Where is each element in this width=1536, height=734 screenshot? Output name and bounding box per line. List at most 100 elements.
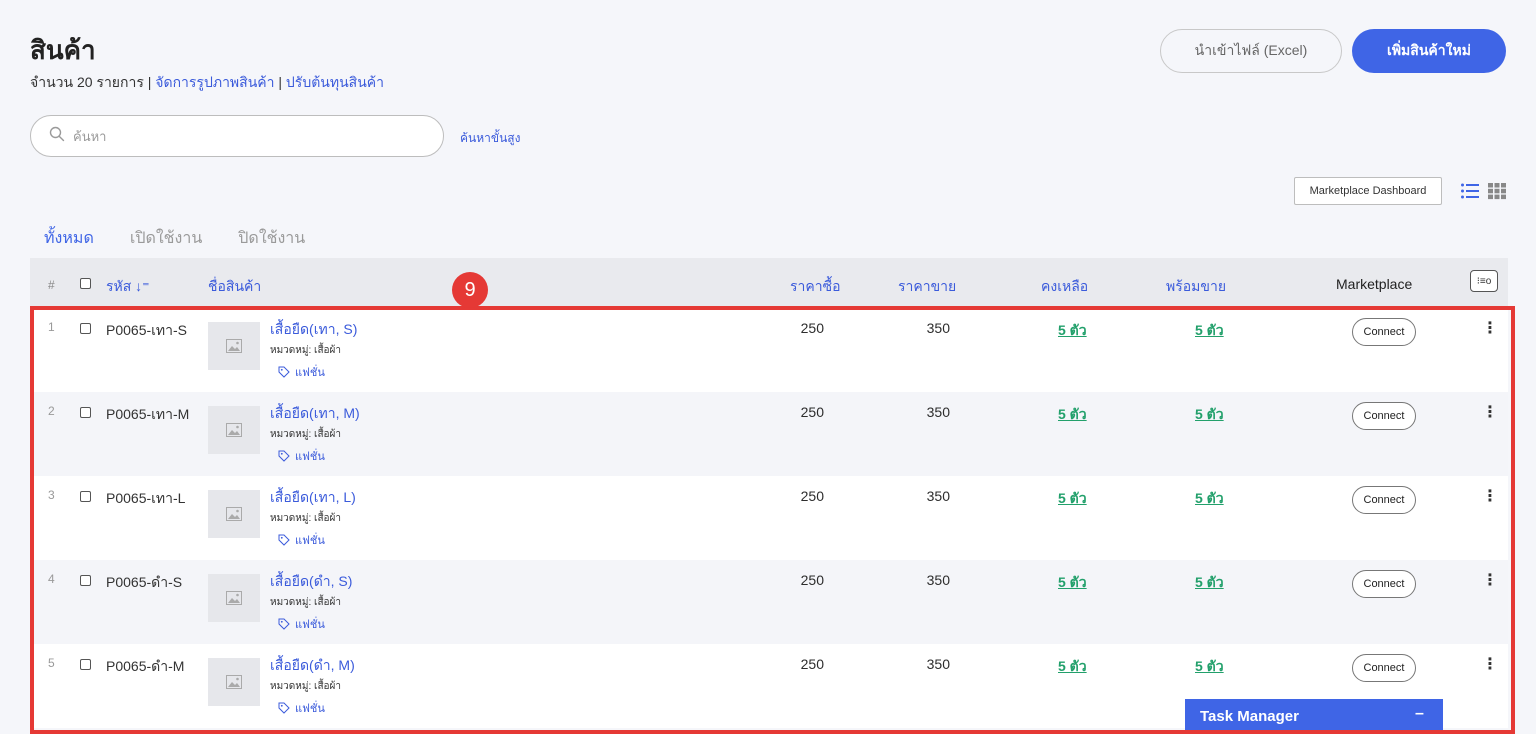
ready-stock-link[interactable]: 5 ตัว: [1195, 572, 1224, 594]
more-options-icon[interactable]: ⋮: [1482, 318, 1498, 338]
column-ready-header: พร้อมขาย: [1166, 278, 1227, 294]
add-product-button[interactable]: เพิ่มสินค้าใหม่: [1352, 29, 1506, 73]
product-image-placeholder: [208, 490, 260, 538]
product-tag-label: แฟชั่น: [295, 619, 325, 631]
product-code: P0065-เทา-S: [106, 322, 188, 338]
grid-view-icon[interactable]: [1487, 182, 1507, 200]
table-row[interactable]: 4 P0065-ดำ-S เสื้อยืด(ดำ, S) หมวดหมู่: เ…: [34, 560, 1508, 644]
row-number: 4: [48, 572, 55, 586]
row-checkbox[interactable]: [80, 407, 91, 418]
product-name-link[interactable]: เสื้อยืด(เทา, M): [270, 403, 360, 425]
product-tag-label: แฟชั่น: [295, 451, 325, 463]
product-image-placeholder: [208, 574, 260, 622]
connect-button[interactable]: Connect: [1352, 654, 1416, 682]
row-number: 2: [48, 404, 55, 418]
sell-price: 350: [926, 320, 950, 336]
select-all-checkbox[interactable]: [80, 278, 91, 289]
advanced-search-link[interactable]: ค้นหาขั้นสูง: [460, 129, 520, 148]
row-number: 5: [48, 656, 55, 670]
image-icon: [226, 507, 242, 521]
table-row[interactable]: 2 P0065-เทา-M เสื้อยืด(เทา, M) หมวดหมู่:…: [34, 392, 1508, 476]
connect-button[interactable]: Connect: [1352, 486, 1416, 514]
ready-stock-link[interactable]: 5 ตัว: [1195, 320, 1224, 342]
separator: |: [143, 74, 156, 90]
tag-icon: [278, 618, 290, 630]
page-title: สินค้า: [30, 35, 96, 65]
table-row[interactable]: 3 P0065-เทา-L เสื้อยืด(เทา, L) หมวดหมู่:…: [34, 476, 1508, 560]
remaining-stock-link[interactable]: 5 ตัว: [1058, 656, 1087, 678]
product-tag-label: แฟชั่น: [295, 367, 325, 379]
row-number: 3: [48, 488, 55, 502]
minimize-button[interactable]: –: [1415, 705, 1424, 723]
product-category: หมวดหมู่: เสื้อผ้า: [270, 429, 342, 440]
task-manager-title: Task Manager: [1200, 708, 1299, 725]
ready-stock-link[interactable]: 5 ตัว: [1195, 488, 1224, 510]
connect-button[interactable]: Connect: [1352, 318, 1416, 346]
remaining-stock-link[interactable]: 5 ตัว: [1058, 320, 1087, 342]
product-name-link[interactable]: เสื้อยืด(ดำ, M): [270, 655, 355, 677]
product-name-link[interactable]: เสื้อยืด(ดำ, S): [270, 571, 352, 593]
row-checkbox[interactable]: [80, 323, 91, 334]
row-checkbox[interactable]: [80, 491, 91, 502]
ready-stock-link[interactable]: 5 ตัว: [1195, 404, 1224, 426]
buy-price: 250: [800, 488, 824, 504]
more-options-icon[interactable]: ⋮: [1482, 486, 1498, 506]
product-code: P0065-เทา-L: [106, 490, 186, 506]
search-icon: [49, 126, 65, 147]
connect-button[interactable]: Connect: [1352, 402, 1416, 430]
search-box[interactable]: [30, 115, 444, 157]
more-options-icon[interactable]: ⋮: [1482, 570, 1498, 590]
sell-price: 350: [926, 488, 950, 504]
product-name-link[interactable]: เสื้อยืด(เทา, S): [270, 319, 357, 341]
row-number: 1: [48, 320, 55, 334]
product-code: P0065-ดำ-M: [106, 658, 185, 674]
import-excel-button[interactable]: นำเข้าไฟล์ (Excel): [1160, 29, 1342, 73]
product-tag-label: แฟชั่น: [295, 535, 325, 547]
marketplace-dashboard-button[interactable]: Marketplace Dashboard: [1294, 177, 1442, 205]
product-image-placeholder: [208, 322, 260, 370]
image-icon: [226, 675, 242, 689]
column-index-header: #: [48, 278, 55, 292]
more-options-icon[interactable]: ⋮: [1482, 654, 1498, 674]
more-options-icon[interactable]: ⋮: [1482, 402, 1498, 422]
product-category: หมวดหมู่: เสื้อผ้า: [270, 597, 342, 608]
product-tag[interactable]: แฟชั่น: [278, 699, 325, 717]
product-image-placeholder: [208, 658, 260, 706]
product-tag[interactable]: แฟชั่น: [278, 447, 325, 465]
buy-price: 250: [800, 404, 824, 420]
table-header: # รหัส ↓⁼ ชื่อสินค้า ราคาซื้อ ราคาขาย คง…: [30, 258, 1508, 308]
annotation-badge: 9: [452, 272, 488, 308]
separator: |: [274, 74, 286, 90]
product-tag[interactable]: แฟชั่น: [278, 615, 325, 633]
search-input[interactable]: [73, 128, 413, 144]
product-tag[interactable]: แฟชั่น: [278, 531, 325, 549]
remaining-stock-link[interactable]: 5 ตัว: [1058, 488, 1087, 510]
adjust-cost-link[interactable]: ปรับต้นทุนสินค้า: [286, 74, 384, 90]
tag-icon: [278, 702, 290, 714]
column-code-header[interactable]: รหัส ↓⁼: [106, 276, 150, 298]
task-manager-panel[interactable]: Task Manager –: [1185, 699, 1443, 734]
buy-price: 250: [800, 656, 824, 672]
product-tag-label: แฟชั่น: [295, 703, 325, 715]
product-name-link[interactable]: เสื้อยืด(เทา, L): [270, 487, 356, 509]
remaining-stock-link[interactable]: 5 ตัว: [1058, 572, 1087, 594]
image-icon: [226, 339, 242, 353]
column-sell-price-header: ราคาขาย: [898, 278, 957, 294]
remaining-stock-link[interactable]: 5 ตัว: [1058, 404, 1087, 426]
product-category: หมวดหมู่: เสื้อผ้า: [270, 681, 342, 692]
table-row[interactable]: 1 P0065-เทา-S เสื้อยืด(เทา, S) หมวดหมู่:…: [34, 308, 1508, 392]
row-checkbox[interactable]: [80, 659, 91, 670]
connect-button[interactable]: Connect: [1352, 570, 1416, 598]
sell-price: 350: [926, 404, 950, 420]
row-checkbox[interactable]: [80, 575, 91, 586]
item-count: จำนวน 20 รายการ: [30, 74, 144, 90]
ready-stock-link[interactable]: 5 ตัว: [1195, 656, 1224, 678]
column-settings-button[interactable]: ⁝≡o: [1470, 270, 1498, 292]
page-subtitle: จำนวน 20 รายการ | จัดการรูปภาพสินค้า | ป…: [30, 72, 384, 94]
manage-images-link[interactable]: จัดการรูปภาพสินค้า: [155, 74, 274, 90]
column-buy-price-header: ราคาซื้อ: [790, 278, 841, 294]
sell-price: 350: [926, 656, 950, 672]
image-icon: [226, 423, 242, 437]
product-tag[interactable]: แฟชั่น: [278, 363, 325, 381]
list-view-icon[interactable]: [1460, 182, 1480, 200]
